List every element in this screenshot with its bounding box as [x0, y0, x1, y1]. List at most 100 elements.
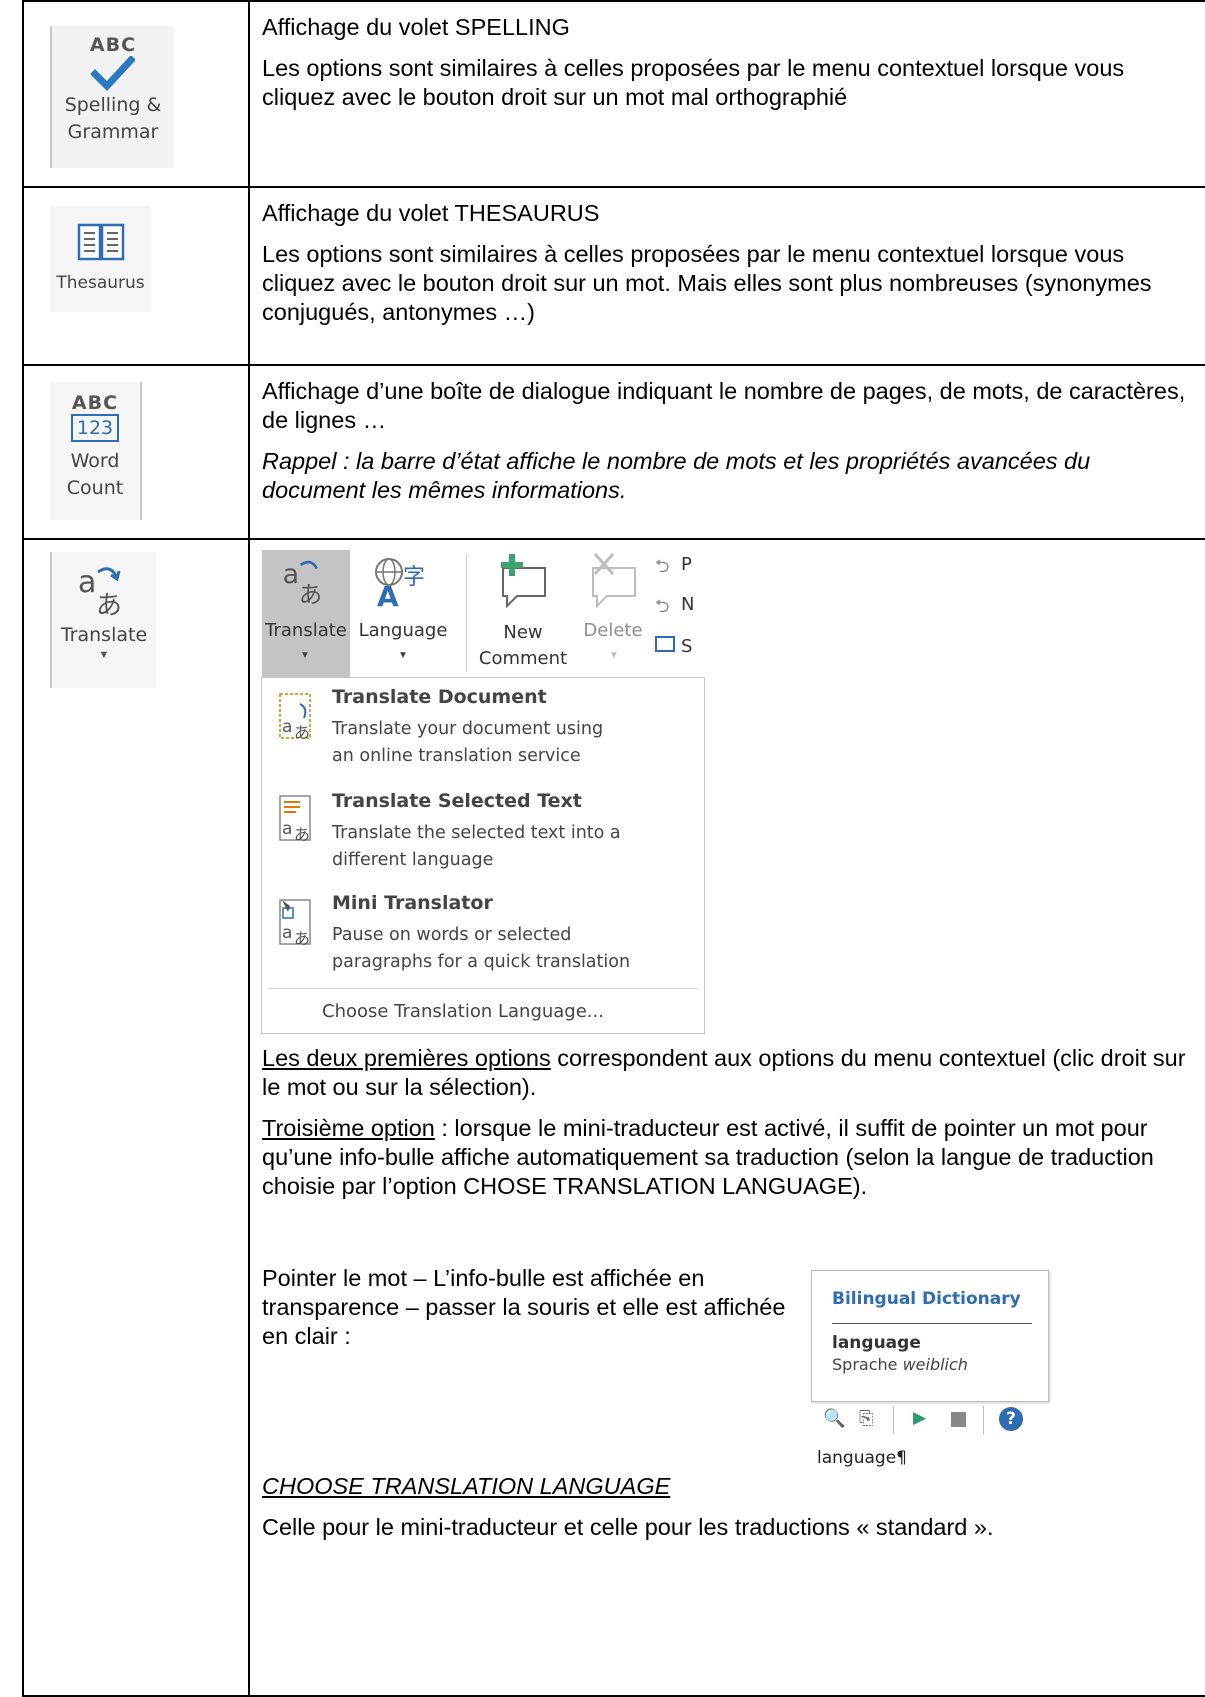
tooltip-toolbar: 🔍 ⎘ ▶ ? [811, 1402, 1049, 1442]
thesaurus-button[interactable]: Thesaurus [50, 206, 151, 312]
table-row-translate: a あ Translate ▼ a あ Translate ▼ A 字 Lang… [22, 538, 1205, 1697]
paragraph-third-option: Troisième option : lorsque le mini-tradu… [262, 1114, 1192, 1201]
word-label: Word [70, 450, 120, 472]
help-icon[interactable]: ? [999, 1407, 1023, 1431]
paragraph-first-options: Les deux premières options correspondent… [262, 1044, 1192, 1102]
translate-selected-text-icon: a あ [279, 795, 311, 844]
translate-button[interactable]: a あ Translate ▼ [50, 552, 156, 688]
thesaurus-label: Thesaurus [56, 273, 145, 293]
menu-item-desc: Translate your document using [332, 719, 604, 739]
ribbon-language-button[interactable]: A 字 Language ▼ [353, 550, 453, 677]
table-row-thesaurus: Thesaurus Affichage du volet THESAURUS L… [22, 186, 1205, 366]
paragraph-point-word: Pointer le mot – L’info-bulle est affich… [262, 1265, 786, 1349]
review-ribbon: a あ Translate ▼ A 字 Language ▼ New Comme… [261, 550, 705, 678]
menu-item-desc: paragraphs for a quick translation [332, 952, 631, 972]
ribbon-language-label: Language [358, 620, 448, 641]
ribbon-translate-label: Translate [265, 620, 347, 641]
table-row-spelling: ABC Spelling & Grammar Affichage du vole… [22, 0, 1205, 188]
svg-text:a: a [282, 717, 292, 737]
spelling-grammar-button[interactable]: ABC Spelling & Grammar [50, 26, 174, 168]
table-row-word-count: ABC 123 Word Count Affichage d’une boîte… [22, 364, 1205, 540]
ribbon-previous-label: P [681, 554, 692, 575]
chevron-down-icon: ▼ [609, 650, 619, 661]
ribbon-new-comment-button[interactable]: New Comment [473, 550, 573, 677]
icon-cell: ABC Spelling & Grammar [22, 0, 250, 188]
chevron-down-icon: ▼ [98, 649, 110, 661]
icon-cell: a あ Translate ▼ [22, 538, 250, 1697]
play-icon[interactable]: ▶ [913, 1408, 926, 1428]
row-text: Les options sont similaires à celles pro… [262, 241, 1152, 325]
pointed-word-sample: language¶ [817, 1448, 907, 1468]
underlined-text: Troisième option [262, 1115, 435, 1141]
ribbon-previous-button[interactable]: ⮌ P [655, 554, 705, 584]
svg-text:あ: あ [294, 929, 310, 948]
spelling-label: Spelling & [64, 94, 162, 116]
grammar-label: Grammar [67, 121, 159, 143]
book-icon [77, 223, 124, 261]
copy-icon[interactable]: ⎘ [859, 1408, 873, 1429]
ribbon-next-label: N [681, 594, 695, 615]
svg-text:a: a [78, 565, 96, 600]
toolbar-divider [983, 1406, 984, 1434]
ribbon-show-comments-button[interactable]: S [655, 636, 705, 666]
svg-text:あ: あ [294, 723, 310, 742]
tooltip-header: Bilingual Dictionary [832, 1289, 1021, 1309]
language-globe-icon: A 字 [375, 558, 425, 610]
delete-comment-icon [592, 552, 636, 609]
tooltip-gender: weiblich [902, 1355, 968, 1374]
row-title: Affichage du volet THESAURUS [262, 200, 600, 226]
tooltip-translation-line: Sprache weiblich [832, 1355, 968, 1374]
tooltip-translation: Sprache [832, 1355, 898, 1374]
ribbon-delete-button[interactable]: Delete ▼ [573, 550, 653, 677]
abc-label: ABC [89, 34, 137, 56]
checkmark-icon [91, 56, 135, 92]
svg-text:A: A [377, 580, 399, 610]
svg-text:あ: あ [294, 825, 310, 844]
menu-item-title: Translate Document [332, 686, 547, 708]
svg-text:あ: あ [96, 591, 122, 620]
description-cell: a あ Translate ▼ A 字 Language ▼ New Comme… [248, 538, 1205, 1697]
word-count-button[interactable]: ABC 123 Word Count [50, 382, 142, 520]
description-cell: Affichage du volet SPELLING Les options … [248, 0, 1205, 188]
ribbon-translate-button[interactable]: a あ Translate ▼ [262, 550, 350, 677]
count-123-icon: 123 [70, 414, 120, 442]
description-cell: Affichage d’une boîte de dialogue indiqu… [248, 364, 1205, 540]
menu-item-mini-translator[interactable]: a あ Mini Translator Pause on words or se… [262, 888, 704, 988]
description-cell: Affichage du volet THESAURUS Les options… [248, 186, 1205, 366]
menu-item-translate-document[interactable]: a あ Translate Document Translate your do… [262, 678, 704, 782]
icon-cell: Thesaurus [22, 186, 250, 366]
row-text: Rappel : la barre d’état affiche le nomb… [262, 448, 1091, 503]
lookup-icon[interactable]: 🔍 [823, 1408, 845, 1429]
translate-dropdown-menu: a あ Translate Document Translate your do… [261, 677, 705, 1034]
underlined-text: Les deux premières options [262, 1045, 551, 1071]
translate-menu-screenshot: a あ Translate ▼ A 字 Language ▼ New Comme… [261, 550, 705, 1035]
row-title: Affichage d’une boîte de dialogue indiqu… [262, 378, 1186, 433]
chevron-down-icon: ▼ [300, 650, 310, 661]
menu-item-desc: an online translation service [332, 746, 581, 766]
next-comment-icon: ⮌ [655, 596, 670, 616]
tooltip-header-rule [832, 1323, 1032, 1324]
svg-text:a: a [282, 819, 292, 839]
menu-footer-label: Choose Translation Language... [322, 1001, 604, 1022]
menu-separator [268, 988, 698, 989]
feature-table: ABC Spelling & Grammar Affichage du vole… [22, 0, 1205, 1697]
ribbon-delete-label: Delete [583, 620, 643, 641]
translate-icon: a あ [78, 565, 122, 620]
translate-document-icon: a あ [279, 693, 311, 742]
count-label: Count [66, 477, 124, 499]
chevron-down-icon: ▼ [398, 650, 408, 661]
stop-icon[interactable] [951, 1412, 966, 1427]
menu-item-choose-translation-language[interactable]: Choose Translation Language... [262, 990, 704, 1032]
tooltip-word: language [832, 1333, 921, 1353]
menu-item-desc: different language [332, 850, 494, 870]
new-comment-icon [501, 554, 546, 609]
menu-item-translate-selected-text[interactable]: a あ Translate Selected Text Translate th… [262, 782, 704, 888]
paragraph-last: Celle pour le mini-traducteur et celle p… [262, 1514, 994, 1540]
ribbon-divider [466, 554, 467, 672]
bilingual-dictionary-tooltip: Bilingual Dictionary language Sprache we… [811, 1270, 1049, 1402]
menu-item-title: Translate Selected Text [332, 790, 582, 812]
previous-comment-icon: ⮌ [655, 556, 670, 576]
ribbon-next-button[interactable]: ⮌ N [655, 594, 705, 624]
translate-label: Translate [60, 624, 148, 646]
svg-text:a: a [282, 923, 292, 943]
